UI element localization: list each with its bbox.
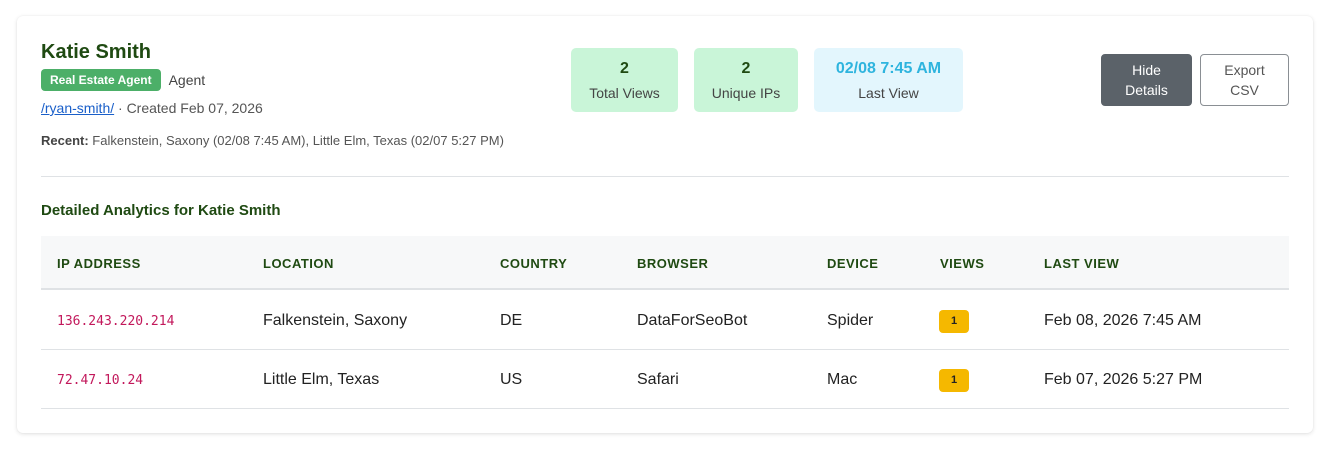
cell-country: US	[500, 371, 523, 388]
table-header: IP ADDRESS LOCATION COUNTRY BROWSER DEVI…	[41, 236, 1289, 290]
created-date: · Created Feb 07, 2026	[114, 100, 263, 116]
header-browser: BROWSER	[637, 256, 709, 271]
cell-country: DE	[500, 312, 523, 329]
role-row: Real Estate Agent Agent	[41, 69, 205, 91]
hide-details-label-2: Details	[1125, 82, 1168, 98]
stat-value: 2	[620, 60, 629, 77]
stat-last-view: 02/08 7:45 AM Last View	[814, 48, 963, 112]
cell-last-view: Feb 08, 2026 7:45 AM	[1044, 312, 1202, 329]
header-country: COUNTRY	[500, 256, 568, 271]
views-badge: 1	[939, 369, 969, 392]
recent-label: Recent:	[41, 133, 89, 148]
views-badge: 1	[939, 310, 969, 333]
section-title: Detailed Analytics for Katie Smith	[41, 202, 281, 219]
recent-text: Falkenstein, Saxony (02/08 7:45 AM), Lit…	[88, 133, 504, 148]
stat-value: 2	[741, 60, 751, 77]
cell-last-view: Feb 07, 2026 5:27 PM	[1044, 371, 1203, 388]
cell-device: Spider	[827, 312, 874, 329]
header-ip: IP ADDRESS	[57, 256, 141, 271]
cell-browser: Safari	[637, 371, 679, 388]
profile-link[interactable]: /ryan-smith/	[41, 100, 114, 116]
profile-link-row: /ryan-smith/ · Created Feb 07, 2026	[41, 100, 263, 116]
header-last-view: LAST VIEW	[1044, 256, 1120, 271]
cell-ip: 72.47.10.24	[57, 373, 144, 388]
stat-label: Total Views	[589, 85, 660, 101]
analytics-table: IP ADDRESS LOCATION COUNTRY BROWSER DEVI…	[41, 236, 1289, 410]
header-location: LOCATION	[263, 256, 334, 271]
role-text: Agent	[168, 72, 206, 88]
cell-browser: DataForSeoBot	[637, 312, 748, 329]
stat-label: Last View	[858, 85, 919, 101]
export-csv-button[interactable]: Export CSV	[1200, 54, 1289, 106]
table-row[interactable]: 136.243.220.214 Falkenstein, Saxony DE D…	[41, 291, 1289, 350]
stat-label: Unique IPs	[711, 85, 781, 101]
profile-name: Katie Smith	[41, 41, 152, 63]
header-views: VIEWS	[940, 256, 985, 271]
cell-location: Falkenstein, Saxony	[263, 312, 408, 329]
export-label-2: CSV	[1230, 82, 1259, 98]
table-row[interactable]: 72.47.10.24 Little Elm, Texas US Safari …	[41, 350, 1289, 409]
recent-views: Recent: Falkenstein, Saxony (02/08 7:45 …	[41, 133, 504, 148]
cell-location: Little Elm, Texas	[263, 371, 380, 388]
cell-ip: 136.243.220.214	[57, 314, 175, 329]
stat-unique-ips: 2 Unique IPs	[694, 48, 798, 112]
stat-total-views: 2 Total Views	[571, 48, 678, 112]
analytics-card: Katie Smith Real Estate Agent Agent /rya…	[17, 16, 1313, 433]
stat-value: 02/08 7:45 AM	[835, 60, 942, 77]
cell-device: Mac	[827, 371, 858, 388]
hide-details-button[interactable]: Hide Details	[1101, 54, 1192, 106]
divider	[41, 176, 1289, 177]
header-device: DEVICE	[827, 256, 879, 271]
role-badge: Real Estate Agent	[41, 69, 161, 91]
export-label-1: Export	[1224, 62, 1265, 78]
hide-details-label-1: Hide	[1132, 62, 1161, 78]
